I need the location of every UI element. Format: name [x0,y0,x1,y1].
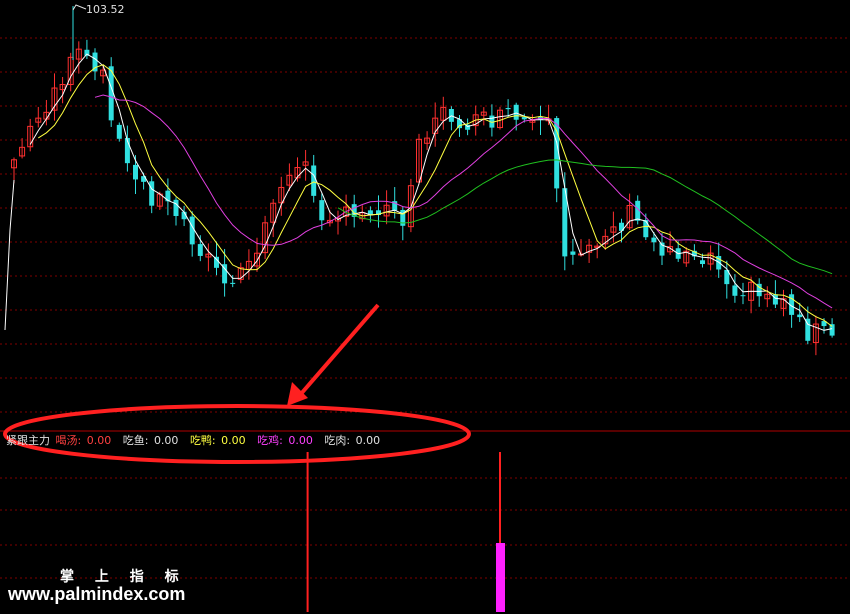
legend-item-2-label: 吃鸭: [189,434,216,447]
legend-item-1-label: 吃鱼: [122,434,149,447]
high-price-label: 103.52 [86,3,125,16]
candle-body-94 [772,294,778,305]
candle-body-97 [797,314,803,318]
ma-line-green [337,159,833,275]
candle-body-19 [165,190,171,202]
indicator-name: 紧跟主力 [6,434,50,447]
legend-item-0-value: 0.00 [86,434,112,447]
watermark-url: www.palmindex.com [8,584,186,604]
candle-body-90 [740,295,746,297]
candle-body-38 [319,200,325,221]
candle-body-15 [133,164,138,180]
annotation-arrow-shaft [298,303,380,397]
legend-item-4-value: 0.00 [355,434,381,447]
candle-body-13 [116,124,122,139]
candle-body-37 [311,165,317,196]
indicator-legend: 紧跟主力 喝汤: 0.00 吃鱼: 0.00 吃鸭: 0.00 吃鸡: 0.00… [6,432,382,448]
legend-item-3-label: 吃鸡: [257,434,283,447]
high-marker-arrow [72,4,87,11]
legend-item-2-value: 0.00 [221,434,246,447]
legend-item-4-label: 吃肉: [324,434,351,447]
candle-body-85 [700,260,705,265]
annotation-arrow-head [287,382,308,406]
signal-magenta-bar [496,543,505,612]
candle-body-23 [197,244,203,256]
watermark-title: 掌 上 指 标 [60,569,187,585]
candle-body-69 [570,251,576,255]
candle-body-22 [189,216,195,245]
candle-body-78 [643,220,649,238]
candle-body-27 [230,282,236,284]
legend-item-0-label: 喝汤: [55,434,82,447]
candle-body-62 [513,104,519,120]
legend-item-1-value: 0.00 [153,434,179,447]
candle-body-20 [173,199,179,217]
candle-body-89 [732,285,738,296]
ma-line-white-start [4,179,15,331]
legend-item-3-value: 0.00 [288,434,313,447]
chart-canvas [0,4,850,612]
candle-body-61 [505,107,511,110]
candle-body-79 [651,237,657,243]
candle-body-25 [214,256,219,268]
